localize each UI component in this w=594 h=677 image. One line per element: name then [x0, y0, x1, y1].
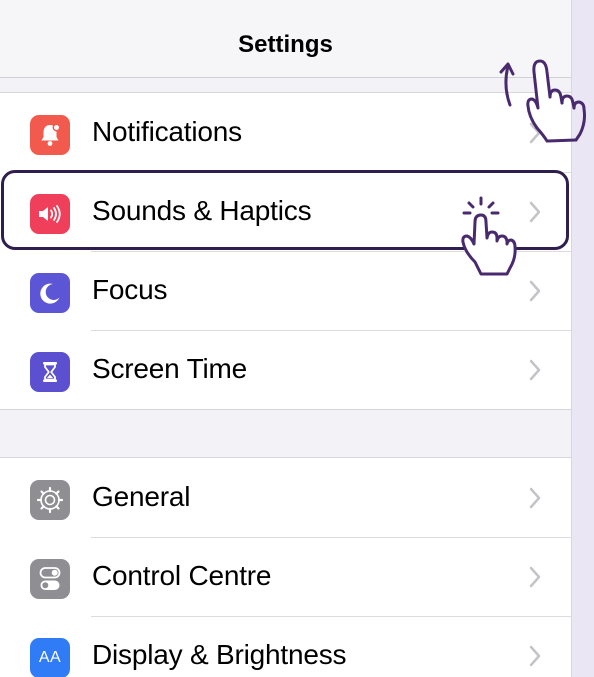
- hourglass-icon: [30, 352, 70, 392]
- row-label: Display & Brightness: [92, 639, 347, 670]
- row-label: Notifications: [92, 116, 242, 147]
- row-label: Screen Time: [92, 353, 247, 384]
- page-title: Settings: [238, 31, 333, 58]
- chevron-right-icon: [529, 645, 541, 667]
- tap-hand-icon: [461, 196, 517, 276]
- gear-icon: [30, 480, 70, 520]
- chevron-right-icon: [529, 487, 541, 509]
- chevron-right-icon: [529, 359, 541, 381]
- swipe-up-hand-icon: [499, 59, 586, 143]
- chevron-right-icon: [529, 280, 541, 302]
- toggle-switches-icon: [30, 559, 70, 599]
- settings-screen: Settings Notifications Sounds & Haptics …: [0, 0, 572, 677]
- notification-bell-icon: [30, 115, 70, 155]
- text-size-icon: AA: [30, 638, 70, 677]
- moon-icon: [30, 273, 70, 313]
- settings-row-screen-time[interactable]: Screen Time: [0, 330, 571, 410]
- settings-row-notifications[interactable]: Notifications: [0, 93, 571, 173]
- settings-row-control-centre[interactable]: Control Centre: [0, 537, 571, 617]
- chevron-right-icon: [529, 566, 541, 588]
- navigation-bar: Settings: [0, 0, 571, 78]
- row-label: Control Centre: [92, 560, 272, 591]
- row-label: Focus: [92, 274, 168, 305]
- settings-row-display-brightness[interactable]: AA Display & Brightness: [0, 616, 571, 677]
- settings-row-general[interactable]: General: [0, 458, 571, 538]
- row-label: General: [92, 481, 191, 512]
- settings-group-2: General Control Centre AA Display & Brig…: [0, 457, 571, 677]
